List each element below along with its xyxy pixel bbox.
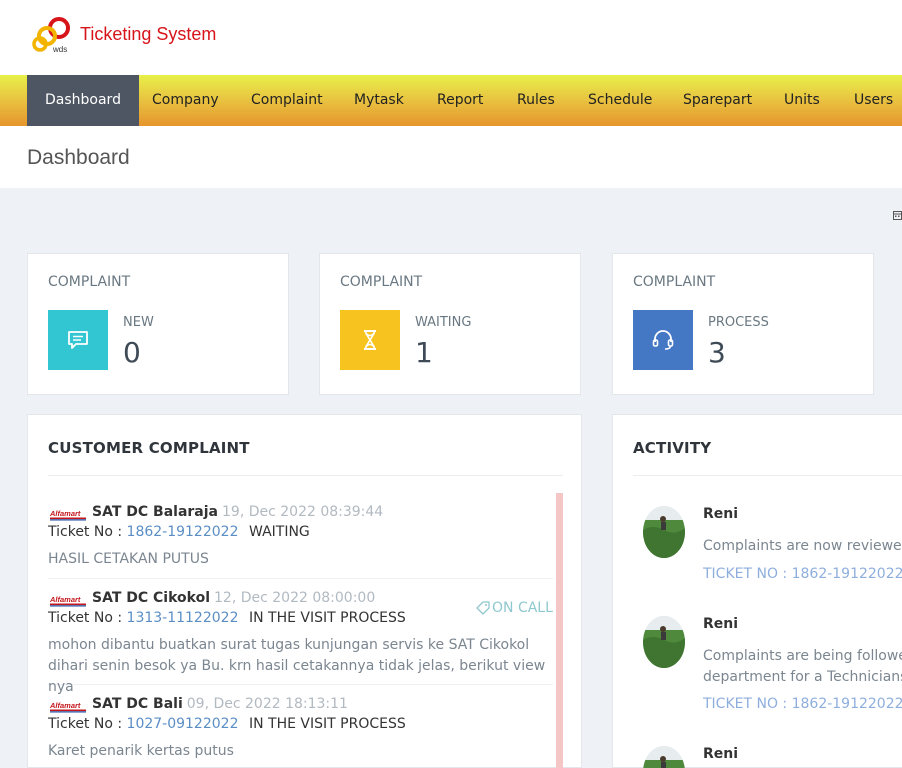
activity-item[interactable]: Reni Complaints are now reviewed b TICKE… (643, 506, 902, 596)
nav-schedule[interactable]: Schedule (588, 75, 652, 126)
activity-ticket-link[interactable]: TICKET NO : 1862-19122022 (703, 566, 902, 582)
activity-panel: ACTIVITY Reni Complaints are now reviewe… (612, 414, 902, 768)
complaint-date: 19, Dec 2022 08:39:44 (222, 504, 384, 520)
complaint-company[interactable]: SAT DC Cikokol 12, Dec 2022 08:00:00 (92, 590, 375, 606)
complaint-company[interactable]: SAT DC Balaraja 19, Dec 2022 08:39:44 (92, 504, 383, 520)
activity-item[interactable]: Reni (643, 746, 902, 768)
nav-units[interactable]: Units (784, 75, 820, 126)
nav-complaint[interactable]: Complaint (251, 75, 323, 126)
logo-text: wds (52, 45, 67, 54)
stat-label: COMPLAINT (340, 274, 423, 290)
complaint-status: IN THE VISIT PROCESS (249, 716, 406, 732)
alfamart-logo-icon: Alfamart (49, 595, 86, 607)
complaint-list[interactable]: Alfamart SAT DC Balaraja 19, Dec 2022 08:… (48, 493, 563, 768)
stat-name: WAITING (415, 315, 472, 330)
nav-dashboard[interactable]: Dashboard (27, 75, 139, 126)
stat-value: 1 (415, 336, 433, 369)
divider (48, 475, 563, 476)
activity-user: Reni (703, 746, 739, 762)
svg-text:Alfamart: Alfamart (49, 509, 81, 518)
on-call-tag: ON CALL (476, 600, 553, 616)
scrollbar[interactable] (556, 493, 563, 768)
complaint-status: WAITING (249, 524, 310, 540)
stat-name: NEW (123, 315, 154, 330)
calendar-icon[interactable] (893, 209, 902, 221)
stat-card-new[interactable]: COMPLAINT NEW 0 (27, 253, 289, 395)
complaint-date: 09, Dec 2022 18:13:11 (186, 696, 348, 712)
nav-report[interactable]: Report (437, 75, 483, 126)
wds-logo[interactable]: wds (32, 17, 72, 55)
complaint-ticket: Ticket No : 1862-19122022 (48, 524, 239, 540)
hourglass-icon (364, 330, 376, 350)
complaint-date: 12, Dec 2022 08:00:00 (214, 590, 376, 606)
nav-sparepart[interactable]: Sparepart (683, 75, 752, 126)
avatar[interactable] (643, 616, 685, 668)
app-header: wds Ticketing System (0, 0, 902, 75)
activity-item[interactable]: Reni Complaints are being followed depar… (643, 616, 902, 726)
stat-icon-box (340, 310, 400, 370)
nav-mytask[interactable]: Mytask (354, 75, 404, 126)
complaint-ticket: Ticket No : 1027-09122022 (48, 716, 239, 732)
complaint-status: IN THE VISIT PROCESS (249, 610, 406, 626)
activity-ticket-link[interactable]: TICKET NO : 1862-19122022 (703, 696, 902, 712)
complaint-company[interactable]: SAT DC Bali 09, Dec 2022 18:13:11 (92, 696, 348, 712)
svg-text:Alfamart: Alfamart (49, 701, 81, 710)
nav-users[interactable]: Users (854, 75, 893, 126)
page-titlebar: Dashboard (0, 126, 902, 188)
ticket-link[interactable]: 1862-19122022 (127, 524, 239, 540)
complaint-description: Karet penarik kertas putus (48, 743, 234, 759)
alfamart-logo-icon: Alfamart (49, 701, 86, 713)
activity-text: Complaints are being followed department… (703, 648, 902, 685)
stat-name: PROCESS (708, 315, 769, 330)
complaint-ticket: Ticket No : 1313-11122022 (48, 610, 239, 626)
brand-title[interactable]: Ticketing System (80, 24, 216, 45)
page-title: Dashboard (27, 146, 130, 169)
list-item[interactable]: Alfamart SAT DC Bali 09, Dec 2022 18:13:1… (48, 685, 553, 768)
stat-value: 0 (123, 336, 141, 369)
divider (633, 475, 902, 476)
nav-company[interactable]: Company (152, 75, 219, 126)
avatar[interactable] (643, 746, 685, 768)
stat-value: 3 (708, 336, 726, 369)
panel-title: ACTIVITY (633, 439, 712, 457)
svg-text:Alfamart: Alfamart (49, 595, 81, 604)
tag-icon (476, 601, 490, 615)
main-nav: Dashboard Company Complaint Mytask Repor… (0, 75, 902, 126)
activity-text: Complaints are now reviewed b (703, 538, 902, 554)
stat-icon-box (633, 310, 693, 370)
ticket-link[interactable]: 1027-09122022 (127, 716, 239, 732)
nav-rules[interactable]: Rules (517, 75, 555, 126)
panel-title: CUSTOMER COMPLAINT (48, 439, 250, 457)
ticket-link[interactable]: 1313-11122022 (127, 610, 239, 626)
complaint-description: HASIL CETAKAN PUTUS (48, 551, 209, 567)
stat-card-process[interactable]: COMPLAINT PROCESS 3 (612, 253, 874, 395)
activity-user: Reni (703, 506, 739, 522)
headset-icon (652, 330, 674, 350)
alfamart-logo-icon: Alfamart (49, 509, 86, 521)
stat-label: COMPLAINT (48, 274, 131, 290)
customer-complaint-panel: CUSTOMER COMPLAINT Alfamart SAT DC Balar… (27, 414, 582, 768)
stat-label: COMPLAINT (633, 274, 716, 290)
avatar[interactable] (643, 506, 685, 558)
list-item[interactable]: Alfamart SAT DC Balaraja 19, Dec 2022 08:… (48, 493, 553, 579)
stat-icon-box (48, 310, 108, 370)
activity-user: Reni (703, 616, 739, 632)
message-icon (68, 331, 88, 349)
list-item[interactable]: Alfamart SAT DC Cikokol 12, Dec 2022 08:0… (48, 579, 553, 695)
stat-card-waiting[interactable]: COMPLAINT WAITING 1 (319, 253, 581, 395)
